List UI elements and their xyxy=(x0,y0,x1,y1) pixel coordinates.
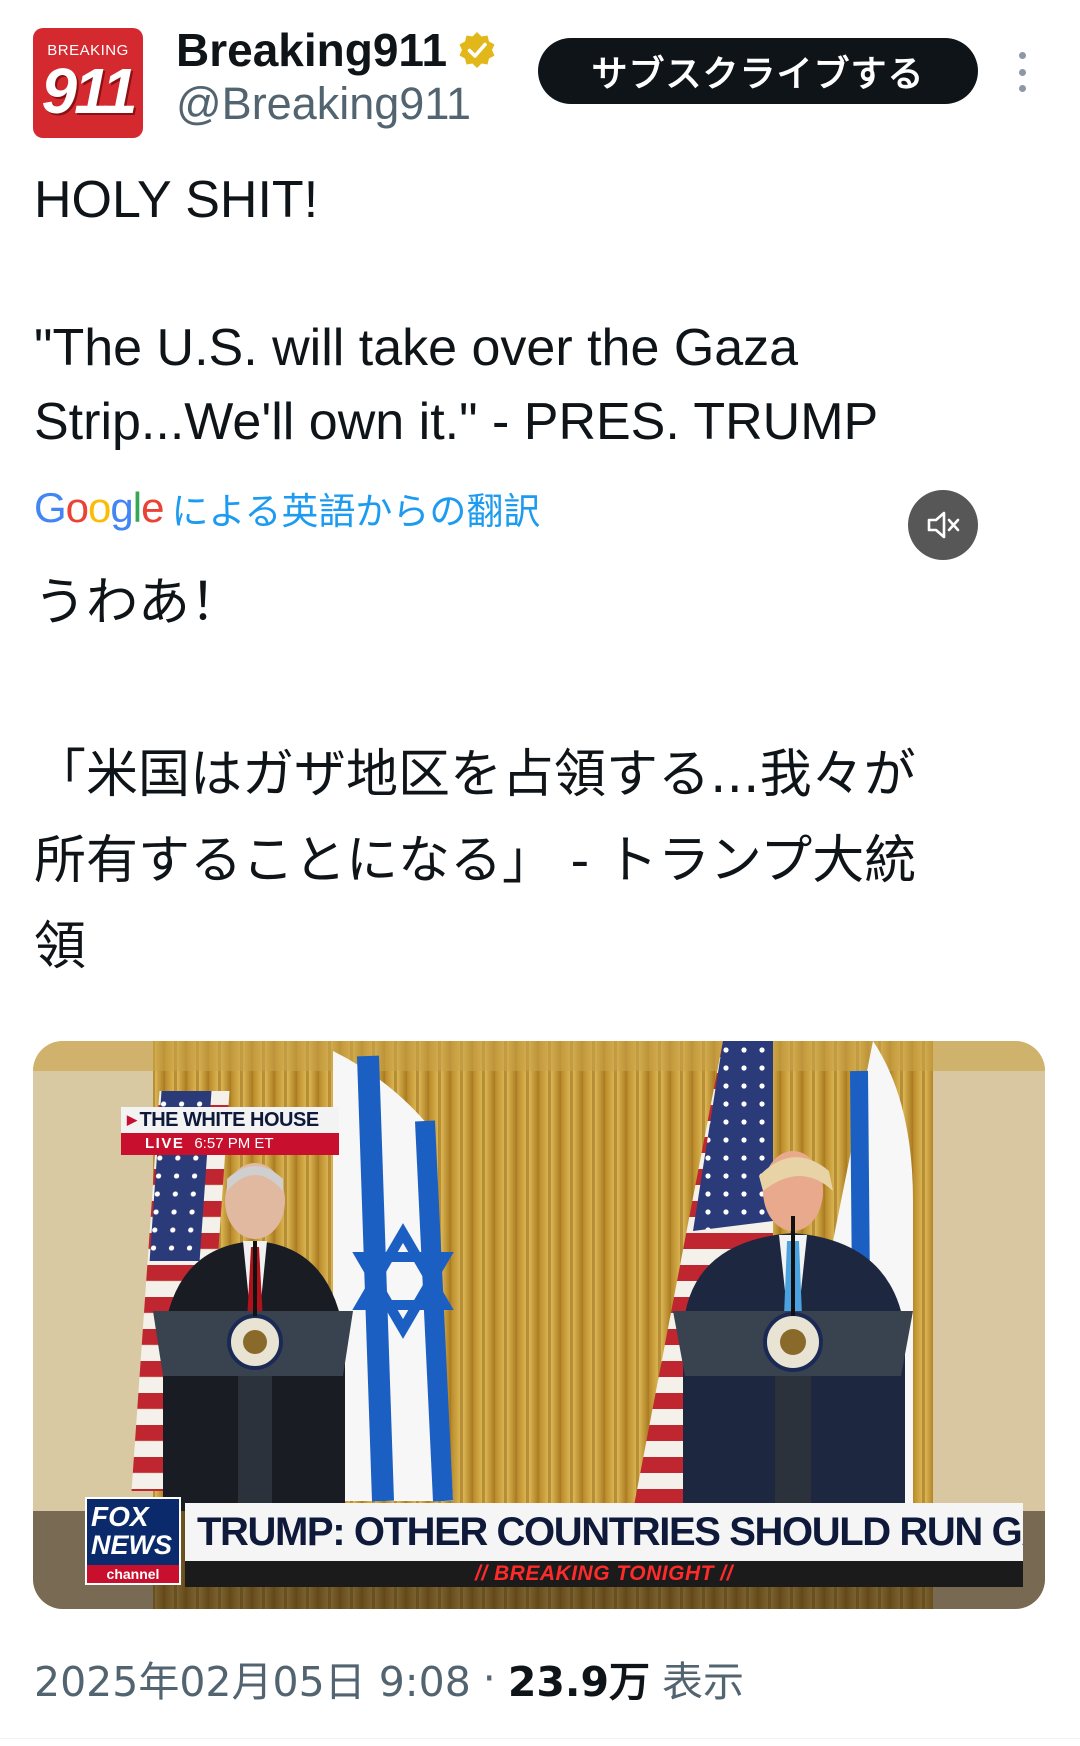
network-logo-line3: channel xyxy=(87,1565,179,1583)
subscribe-button[interactable]: サブスクライブする xyxy=(538,38,978,104)
translation-label[interactable]: による英語からの翻訳 xyxy=(171,481,540,535)
breaking-subheadline: // BREAKING TONIGHT // xyxy=(475,1562,733,1585)
tweet-header: BREAKING 911 Breaking911 @Breaking911 サブ… xyxy=(0,0,1080,150)
live-location-bug: THE WHITE HOUSE LIVE 6:57 PM ET xyxy=(121,1107,339,1155)
translated-text-line: 「米国はガザ地区を占領する...我々が xyxy=(34,745,916,805)
verified-badge-icon xyxy=(459,32,495,68)
post-timestamp[interactable]: 2025年02月05日 9:08 xyxy=(34,1648,471,1708)
translated-text-line: 領 xyxy=(34,917,87,977)
network-logo: FOX NEWS channel xyxy=(85,1497,181,1585)
live-time-bar: LIVE 6:57 PM ET xyxy=(121,1133,339,1155)
avatar[interactable]: BREAKING 911 xyxy=(33,28,143,138)
translated-text-line: 所有することになる」 - トランプ大統 xyxy=(34,831,917,891)
user-handle[interactable]: @Breaking911 xyxy=(176,78,471,130)
news-headline: TRUMP: OTHER COUNTRIES SHOULD RUN GAZA xyxy=(185,1503,1023,1561)
avatar-number: 911 xyxy=(41,55,137,127)
tweet-text-line: Strip...We'll own it." - PRES. TRUMP xyxy=(34,393,879,451)
live-location: THE WHITE HOUSE xyxy=(121,1107,339,1133)
video-player[interactable]: THE WHITE HOUSE LIVE 6:57 PM ET FOX NEWS … xyxy=(33,1041,1045,1609)
views-count[interactable]: 23.9万 xyxy=(508,1648,650,1708)
mute-button[interactable] xyxy=(908,490,978,560)
network-logo-line1: FOX xyxy=(91,1501,149,1532)
translated-text: うわあ！ 「米国はガザ地区を占領する...我々が 所有することになる」 - トラ… xyxy=(34,560,1054,990)
translated-text-line xyxy=(34,646,1054,732)
tweet-text-line xyxy=(34,237,1054,311)
news-lower-third: FOX NEWS channel TRUMP: OTHER COUNTRIES … xyxy=(33,1493,1045,1609)
network-logo-line2: NEWS xyxy=(91,1530,172,1560)
views-label: 表示 xyxy=(662,1658,745,1706)
more-options-icon[interactable] xyxy=(1010,52,1034,92)
translation-link[interactable]: Google による英語からの翻訳 xyxy=(34,482,540,534)
tweet-text: HOLY SHIT! "The U.S. will take over the … xyxy=(34,163,1054,459)
tweet-text-line: HOLY SHIT! xyxy=(34,171,319,229)
live-label: LIVE xyxy=(145,1135,185,1152)
translated-text-line: うわあ！ xyxy=(34,573,243,633)
divider xyxy=(0,1738,1080,1739)
speaker-muted-icon xyxy=(927,511,960,539)
name-row: Breaking911 xyxy=(176,22,497,78)
breaking-bar: // BREAKING TONIGHT // xyxy=(185,1561,1023,1587)
tweet-text-line: "The U.S. will take over the Gaza xyxy=(34,319,799,377)
tweet-meta: 2025年02月05日 9:08 · 23.9万 表示 xyxy=(34,1650,744,1706)
google-logo: Google xyxy=(34,484,164,531)
meta-separator: · xyxy=(482,1654,496,1702)
live-time: 6:57 PM ET xyxy=(194,1135,274,1152)
display-name[interactable]: Breaking911 xyxy=(176,23,447,77)
